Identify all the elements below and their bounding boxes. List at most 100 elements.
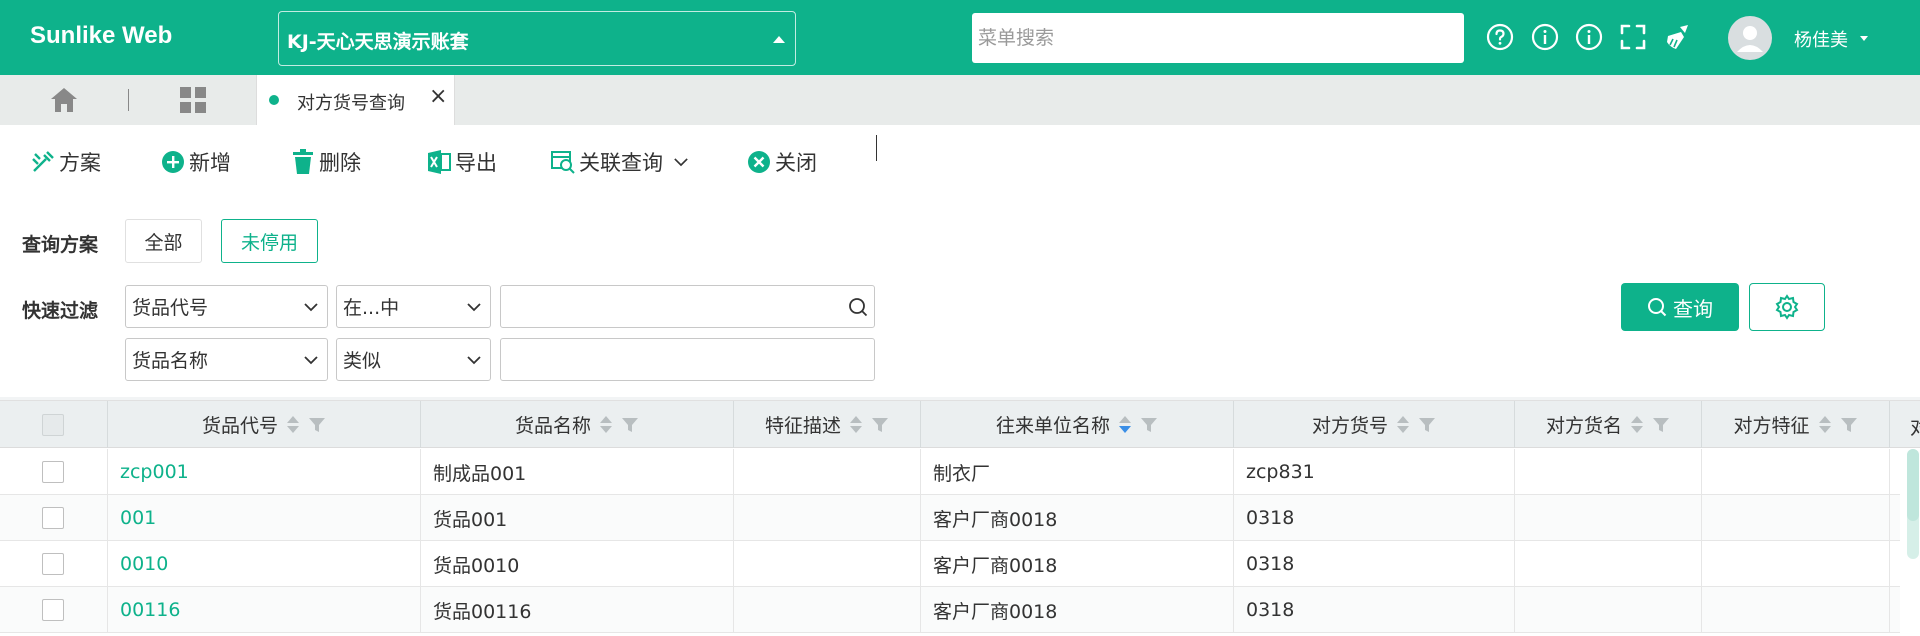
cell-code[interactable]: zcp001 [108, 449, 421, 495]
table-row[interactable]: 0010 货品0010 客户厂商0018 0318 [0, 541, 1900, 587]
column-header[interactable]: 货品名称 [421, 401, 734, 448]
filter-field-select-2[interactable]: 货品名称 [125, 338, 328, 381]
search-icon [849, 298, 868, 317]
row-checkbox[interactable] [42, 599, 64, 621]
cell-their-name [1515, 495, 1702, 541]
cell-partner: 客户厂商0018 [921, 541, 1234, 587]
add-button[interactable]: 新增 [160, 147, 231, 177]
cell-name: 货品00116 [421, 587, 734, 633]
cell-partner: 客户厂商0018 [921, 587, 1234, 633]
chevron-down-icon [467, 356, 481, 365]
plan-icon [32, 151, 54, 172]
cell-code[interactable]: 00116 [108, 587, 421, 633]
row-checkbox[interactable] [42, 553, 64, 575]
caret-up-icon [773, 36, 785, 43]
table-header: 货品代号 货品名称 特征描述 往来单位名称 对方货号 对方货名 对方特征 对 [0, 401, 1920, 448]
filter-icon [1840, 417, 1857, 432]
add-icon [162, 151, 184, 173]
scrollbar-thumb[interactable] [1907, 449, 1919, 521]
table-row[interactable]: zcp001 制成品001 制衣厂 zcp831 [0, 449, 1900, 495]
delete-button[interactable]: 删除 [290, 147, 361, 177]
column-header[interactable]: 对方货名 [1515, 401, 1702, 448]
column-header[interactable]: 货品代号 [108, 401, 421, 448]
help-icon[interactable] [1486, 23, 1514, 51]
avatar[interactable] [1728, 16, 1772, 60]
tab-counterpart-code-query[interactable]: 对方货号查询 × [256, 75, 455, 125]
home-icon[interactable] [50, 87, 78, 113]
filter-value-input-1[interactable] [500, 285, 875, 328]
plan-all-chip[interactable]: 全部 [125, 219, 202, 263]
grid-icon[interactable] [180, 87, 206, 113]
tab-bar: 对方货号查询 × [0, 75, 1920, 125]
related-query-button[interactable]: 关联查询 [550, 147, 694, 177]
plan-active-chip[interactable]: 未停用 [221, 219, 318, 263]
filter-panel: 查询方案 全部 未停用 快速过滤 货品代号 在...中 货品名称 类似 查询 [0, 197, 1920, 397]
table-row[interactable]: 001 货品001 客户厂商0018 0318 [0, 495, 1900, 541]
cell-their-name [1515, 449, 1702, 495]
filter-field-select-1[interactable]: 货品代号 [125, 285, 328, 328]
search-icon [1648, 298, 1667, 317]
cell-their-name [1515, 541, 1702, 587]
plan-button[interactable]: 方案 [30, 147, 101, 177]
caret-down-icon[interactable] [1860, 36, 1868, 41]
info-icon[interactable] [1531, 23, 1559, 51]
cell-code[interactable]: 001 [108, 495, 421, 541]
filter-operator-select-1[interactable]: 在...中 [336, 285, 491, 328]
sort-icon[interactable] [849, 414, 863, 436]
filter-value-input-2[interactable] [500, 338, 875, 381]
user-name[interactable]: 杨佳美 [1794, 26, 1848, 52]
column-header[interactable]: 往来单位名称 [921, 401, 1234, 448]
query-button[interactable]: 查询 [1621, 283, 1739, 331]
cell-feature [734, 449, 921, 495]
column-header[interactable]: 特征描述 [734, 401, 921, 448]
cell-partner: 客户厂商0018 [921, 495, 1234, 541]
sort-icon[interactable] [1396, 414, 1410, 436]
filter-icon [1653, 417, 1669, 432]
chevron-down-icon [304, 356, 318, 365]
chevron-down-icon [467, 303, 481, 312]
account-selector[interactable]: KJ-天心天思演示账套 [278, 11, 796, 66]
sort-icon[interactable] [1818, 414, 1832, 436]
sort-desc-icon[interactable] [1118, 414, 1132, 436]
cell-name: 货品001 [421, 495, 734, 541]
settings-button[interactable] [1749, 283, 1825, 331]
row-checkbox[interactable] [42, 461, 64, 483]
sort-icon[interactable] [599, 414, 613, 436]
sort-icon[interactable] [286, 414, 300, 436]
export-button[interactable]: 导出 [426, 147, 497, 177]
cell-name: 制成品001 [421, 449, 734, 495]
app-header: Sunlike Web KJ-天心天思演示账套 杨佳美 [0, 0, 1920, 75]
filter-icon [622, 417, 638, 432]
cell-code[interactable]: 0010 [108, 541, 421, 587]
column-header[interactable]: 对方特征 [1702, 401, 1890, 448]
column-header[interactable]: 对方货号 [1234, 401, 1515, 448]
select-all-checkbox[interactable] [42, 414, 64, 436]
cell-their-code: 0318 [1234, 541, 1515, 587]
close-circle-icon [748, 151, 770, 173]
filter-icon [1141, 417, 1157, 432]
close-icon[interactable]: × [429, 86, 447, 108]
cell-their-code: 0318 [1234, 495, 1515, 541]
clean-icon[interactable] [1664, 23, 1692, 51]
filter-operator-select-2[interactable]: 类似 [336, 338, 491, 381]
close-button[interactable]: 关闭 [746, 147, 817, 177]
text-cursor [876, 135, 877, 161]
chevron-down-icon [304, 303, 318, 312]
filter-icon [1419, 417, 1435, 432]
cell-feature [734, 587, 921, 633]
row-checkbox[interactable] [42, 507, 64, 529]
info-icon[interactable] [1575, 23, 1603, 51]
table-row[interactable]: 00116 货品00116 客户厂商0018 0318 [0, 587, 1900, 633]
vertical-scrollbar[interactable] [1907, 449, 1919, 559]
menu-search-input[interactable] [972, 13, 1464, 63]
gear-icon [1775, 294, 1799, 320]
cell-their-name [1515, 587, 1702, 633]
cell-their-feature [1702, 587, 1890, 633]
sort-icon[interactable] [1630, 414, 1644, 436]
fullscreen-icon[interactable] [1619, 23, 1647, 51]
account-name: KJ-天心天思演示账套 [287, 31, 469, 53]
column-header-truncated: 对 [1910, 417, 1920, 439]
quick-filter-label: 快速过滤 [22, 300, 99, 322]
filter-icon [872, 417, 888, 432]
cell-name: 货品0010 [421, 541, 734, 587]
